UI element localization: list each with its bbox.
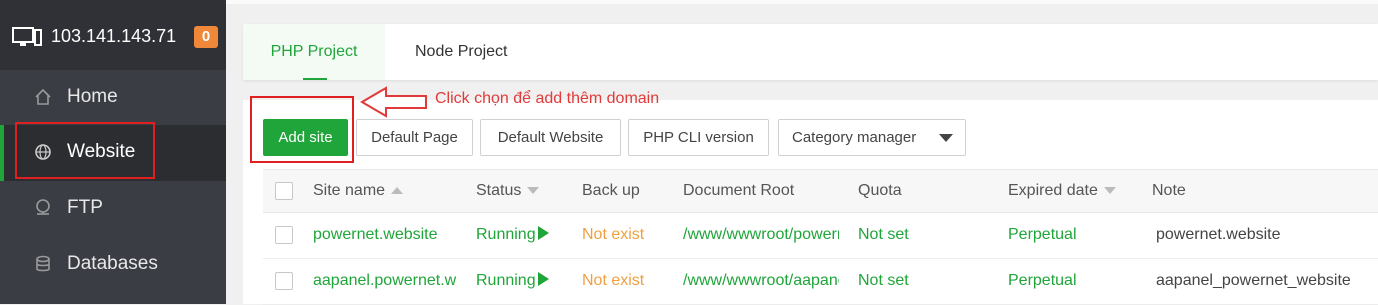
sidebar-item-ftp[interactable]: FTP (0, 181, 226, 237)
column-site-name[interactable]: Site name (313, 182, 404, 200)
select-all-checkbox[interactable] (275, 182, 293, 200)
sort-asc-icon (391, 187, 404, 195)
sidebar-item-home[interactable]: Home (0, 70, 226, 126)
tab-node-project[interactable]: Node Project (415, 24, 508, 80)
sidebar: 103.141.143.71 0 Home Website FTP Databa… (0, 0, 226, 304)
default-page-button[interactable]: Default Page (356, 119, 473, 156)
backup-link[interactable]: Not exist (582, 226, 644, 244)
table-row: powernet.website Running Not exist /www/… (263, 213, 1378, 259)
document-root-link[interactable]: /www/wwwroot/aapanel.powernet.website (683, 272, 839, 290)
expired-date-link[interactable]: Perpetual (1008, 272, 1077, 290)
column-expired-date[interactable]: Expired date (1008, 182, 1116, 200)
expired-date-link[interactable]: Perpetual (1008, 226, 1077, 244)
php-cli-version-button[interactable]: PHP CLI version (628, 119, 769, 156)
default-website-button[interactable]: Default Website (480, 119, 621, 156)
tab-php-project[interactable]: PHP Project (243, 24, 385, 80)
row-checkbox[interactable] (275, 272, 293, 290)
sidebar-item-website[interactable]: Website (0, 122, 226, 181)
play-icon (537, 272, 549, 286)
globe-icon (35, 144, 51, 160)
server-ip: 103.141.143.71 (51, 26, 177, 46)
active-indicator (0, 125, 4, 181)
category-manager-label: Category manager (792, 129, 917, 146)
row-checkbox[interactable] (275, 226, 293, 244)
column-status[interactable]: Status (476, 182, 540, 200)
sidebar-item-label: Databases (67, 253, 158, 274)
sort-desc-icon (527, 187, 540, 195)
column-document-root: Document Root (683, 182, 795, 199)
database-icon (36, 255, 50, 272)
status-toggle[interactable]: Running (476, 272, 549, 290)
sidebar-item-label: FTP (67, 197, 103, 218)
column-label: Site name (313, 182, 386, 199)
status-toggle[interactable]: Running (476, 226, 549, 244)
status-text: Running (476, 272, 536, 289)
table-header: Site name Status Back up Document Root Q… (263, 169, 1378, 213)
tab-underline (303, 78, 327, 80)
tab-label: PHP Project (270, 43, 358, 60)
sort-desc-icon (1103, 187, 1116, 195)
note-field[interactable]: aapanel_powernet_website (1156, 272, 1351, 290)
quota-link[interactable]: Not set (858, 226, 909, 244)
column-label: Status (476, 182, 522, 199)
project-tabs: PHP Project Node Project (243, 24, 1378, 80)
ftp-icon (36, 199, 50, 215)
play-icon (537, 226, 549, 240)
sidebar-item-label: Website (67, 141, 136, 162)
table-row: aapanel.powernet.website Running Not exi… (263, 259, 1378, 305)
column-quota: Quota (858, 182, 902, 199)
site-name-link[interactable]: aapanel.powernet.website (313, 272, 457, 290)
quota-link[interactable]: Not set (858, 272, 909, 290)
add-site-button[interactable]: Add site (263, 119, 348, 156)
sidebar-item-databases[interactable]: Databases (0, 237, 226, 293)
backup-link[interactable]: Not exist (582, 272, 644, 290)
notification-badge[interactable]: 0 (194, 26, 218, 48)
home-icon (35, 88, 51, 105)
monitor-icon (12, 27, 42, 46)
tab-label: Node Project (415, 43, 508, 60)
column-label: Expired date (1008, 182, 1098, 199)
note-field[interactable]: powernet.website (1156, 226, 1281, 244)
annotation-arrow-icon (360, 86, 427, 118)
chevron-down-icon (939, 134, 953, 142)
document-root-link[interactable]: /www/wwwroot/powernet.website (683, 226, 839, 244)
status-text: Running (476, 226, 536, 243)
top-strip (226, 0, 1378, 4)
column-backup: Back up (582, 182, 640, 199)
category-manager-select[interactable]: Category manager (778, 119, 966, 156)
site-name-link[interactable]: powernet.website (313, 226, 463, 244)
column-note: Note (1152, 182, 1186, 199)
server-header[interactable]: 103.141.143.71 0 (0, 0, 226, 70)
sidebar-item-label: Home (67, 86, 118, 107)
annotation-text: Click chọn để add thêm domain (435, 90, 660, 107)
